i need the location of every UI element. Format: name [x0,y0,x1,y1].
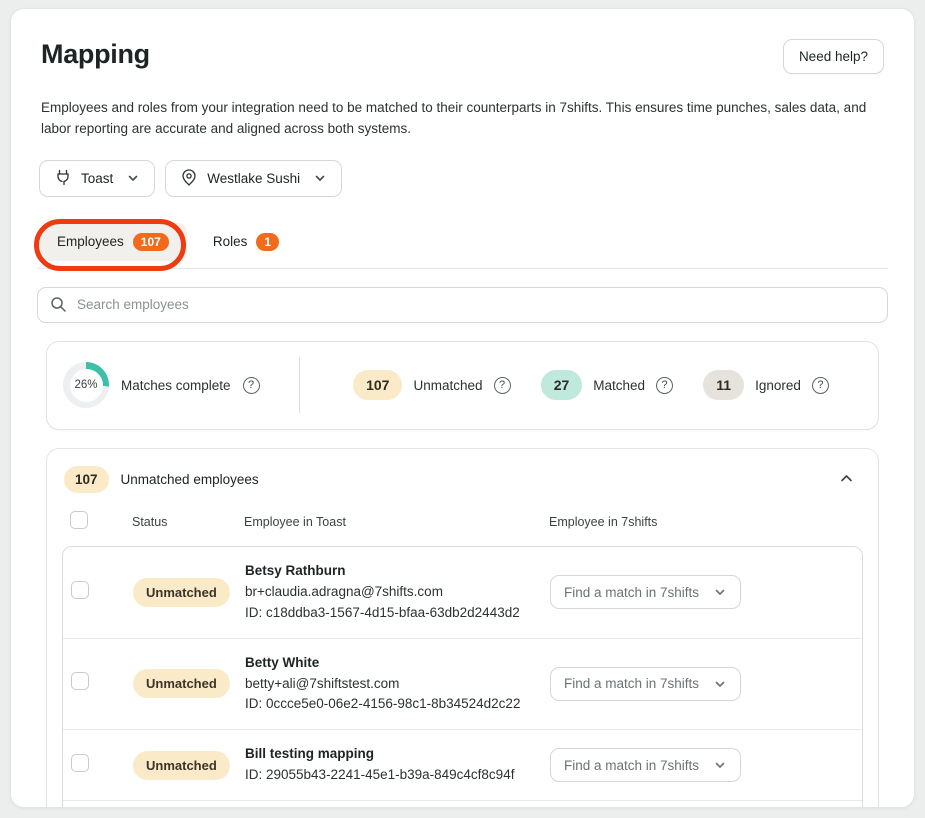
integration-select[interactable]: Toast [39,160,155,197]
column-employee-in-toast: Employee in Toast [244,515,549,529]
tabs: Employees 107 Roles 1 [37,217,888,269]
find-match-in-7shifts-dropdown[interactable]: Find a match in 7shifts [550,575,741,609]
dropdown-label: Find a match in 7shifts [564,758,699,773]
plug-icon [54,169,72,187]
need-help-button[interactable]: Need help? [783,39,884,74]
location-pin-icon [180,169,198,187]
page-description: Employees and roles from your integratio… [41,98,884,140]
page-title: Mapping [41,39,150,70]
row-checkbox[interactable] [71,672,89,690]
chevron-up-icon [838,470,855,487]
chevron-down-icon [126,171,140,185]
status-badge: Unmatched [133,578,230,607]
matched-label: Matched [593,378,645,393]
chevron-down-icon [713,677,727,691]
table-row: Unmatched Betsy Rathburn br+claudia.adra… [63,547,862,638]
row-checkbox[interactable] [71,754,89,772]
collapse-section-button[interactable] [832,466,861,494]
matches-complete-stat: 26% Matches complete ? [47,362,299,408]
group-title: Unmatched employees [121,472,820,487]
search-bar [37,287,888,323]
table-row: Unmatched Bill testing mapping ID: 29055… [63,729,862,800]
dropdown-label: Find a match in 7shifts [564,585,699,600]
search-icon [50,296,67,313]
group-header: 107 Unmatched employees [62,466,863,494]
dropdown-label: Find a match in 7shifts [564,676,699,691]
help-icon[interactable]: ? [494,377,511,394]
row-checkbox[interactable] [71,581,89,599]
integration-label: Toast [81,171,117,186]
match-summary-card: 26% Matches complete ? 107 Unmatched ? 2… [46,341,879,430]
rows-container: Unmatched Betsy Rathburn br+claudia.adra… [62,546,863,808]
tab-employees-count-badge: 107 [133,233,169,251]
tab-employees[interactable]: Employees 107 [39,223,187,261]
chevron-down-icon [713,585,727,599]
progress-ring: 26% [63,362,109,408]
unmatched-stat: 107 Unmatched ? [353,370,510,400]
help-icon[interactable]: ? [656,377,673,394]
employee-email: br+claudia.adragna@7shifts.com [245,582,550,603]
column-status: Status [132,515,244,529]
status-badge: Unmatched [133,669,230,698]
find-match-in-7shifts-dropdown[interactable]: Find a match in 7shifts [550,667,741,701]
table-row: Unmatched Find a match in Toast Billie B… [63,800,862,808]
employee-name: Bill testing mapping [245,744,550,765]
progress-percent: 26% [70,369,103,402]
tab-roles-count-badge: 1 [256,233,279,251]
select-all-checkbox[interactable] [70,511,88,529]
stats-group: 107 Unmatched ? 27 Matched ? 11 Ignored … [308,370,878,400]
search-input[interactable] [77,297,875,312]
filter-row: Toast Westlake Sushi [39,160,888,197]
unmatched-count-pill: 107 [353,370,402,400]
help-icon[interactable]: ? [812,377,829,394]
employee-id: ID: 29055b43-2241-45e1-b39a-849c4cf8c94f [245,765,550,786]
tab-roles[interactable]: Roles 1 [195,223,297,261]
matches-complete-label: Matches complete [121,378,231,393]
find-match-in-7shifts-dropdown[interactable]: Find a match in 7shifts [550,748,741,782]
divider [299,357,300,413]
ignored-count-pill: 11 [703,370,744,400]
tab-employees-label: Employees [57,234,124,249]
column-employee-in-7shifts: Employee in 7shifts [549,515,863,529]
ignored-stat: 11 Ignored ? [703,370,829,400]
group-count-pill: 107 [64,466,109,493]
mapping-page-card: Mapping Need help? Employees and roles f… [10,8,915,808]
table-column-headers: Status Employee in Toast Employee in 7sh… [62,511,863,546]
unmatched-label: Unmatched [413,378,482,393]
status-badge: Unmatched [133,751,230,780]
employee-email: betty+ali@7shiftstest.com [245,674,550,695]
employee-name: Betty White [245,653,550,674]
employee-name: Betsy Rathburn [245,561,550,582]
chevron-down-icon [313,171,327,185]
page-header: Mapping Need help? [37,39,888,74]
unmatched-employees-section: 107 Unmatched employees Status Employee … [46,448,879,808]
chevron-down-icon [713,758,727,772]
location-label: Westlake Sushi [207,171,304,186]
employee-id: ID: c18ddba3-1567-4d15-bfaa-63db2d2443d2 [245,603,550,624]
employee-id: ID: 0ccce5e0-06e2-4156-98c1-8b34524d2c22 [245,694,550,715]
matched-count-pill: 27 [541,370,583,400]
table-row: Unmatched Betty White betty+ali@7shiftst… [63,638,862,730]
ignored-label: Ignored [755,378,801,393]
location-select[interactable]: Westlake Sushi [165,160,342,197]
matched-stat: 27 Matched ? [541,370,673,400]
tab-roles-label: Roles [213,234,248,249]
help-icon[interactable]: ? [243,377,260,394]
